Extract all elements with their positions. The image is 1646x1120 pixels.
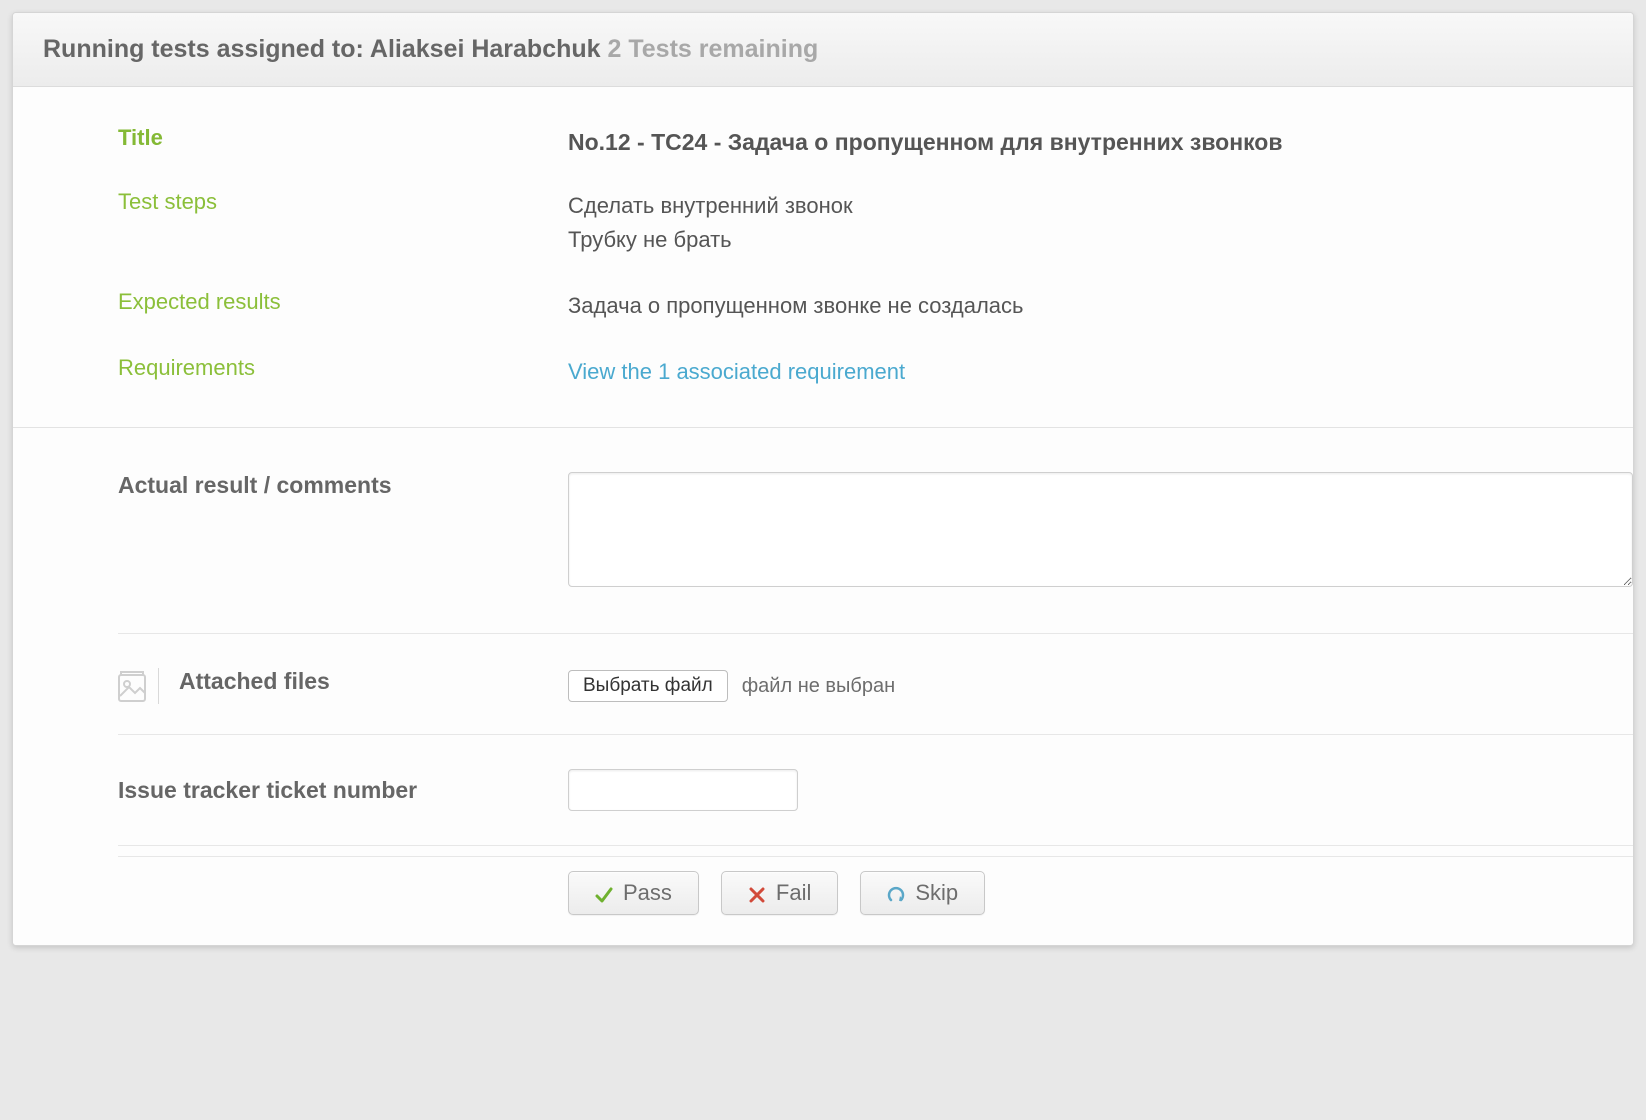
attached-files-label: Attached files [179,668,330,695]
requirements-label: Requirements [13,355,568,389]
test-step-line: Трубку не брать [568,223,1603,257]
issue-tracker-input[interactable] [568,769,798,811]
test-step-line: Сделать внутренний звонок [568,189,1603,223]
issue-tracker-label: Issue tracker ticket number [118,777,568,804]
header-prefix: Running tests assigned to: [43,35,364,63]
title-value: No.12 - TC24 - Задача о пропущенном для … [568,125,1633,161]
requirements-link[interactable]: View the 1 associated requirement [568,359,905,384]
test-steps-label: Test steps [13,189,568,257]
expected-results-label: Expected results [13,289,568,323]
actual-result-label: Actual result / comments [118,472,568,593]
skip-button[interactable]: Skip [860,871,985,915]
actual-result-textarea[interactable] [568,472,1633,587]
divider-vertical [158,668,159,704]
check-icon [595,884,613,902]
panel-header: Running tests assigned to: Aliaksei Hara… [13,13,1633,87]
test-steps-value: Сделать внутренний звонок Трубку не брат… [568,189,1633,257]
title-label: Title [13,125,568,161]
choose-file-button[interactable]: Выбрать файл [568,670,728,702]
fail-label: Fail [776,880,811,906]
form-section: Actual result / comments [13,428,1633,945]
skip-label: Skip [915,880,958,906]
attachment-icon [118,670,148,702]
fail-button[interactable]: Fail [721,871,838,915]
test-details-section: Title No.12 - TC24 - Задача о пропущенно… [13,87,1633,427]
file-status-text: файл не выбран [742,675,895,698]
file-chooser: Выбрать файл файл не выбран [568,670,895,702]
expected-results-value: Задача о пропущенном звонке не создалась [568,289,1633,323]
pass-button[interactable]: Pass [568,871,699,915]
skip-arrow-icon [887,884,905,902]
header-assignee: Aliaksei Harabchuk [370,35,601,63]
test-runner-panel: Running tests assigned to: Aliaksei Hara… [12,12,1634,946]
cross-icon [748,884,766,902]
header-remaining: 2 Tests remaining [608,35,819,63]
pass-label: Pass [623,880,672,906]
